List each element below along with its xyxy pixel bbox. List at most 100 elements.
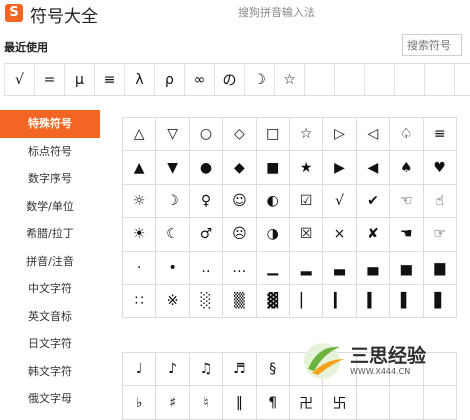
symbol-cell[interactable]: ♩ [123,353,157,387]
symbol-cell[interactable]: ▎ [323,284,357,319]
symbol-cell[interactable]: ♪ [156,353,190,387]
recent-symbol-cell[interactable]: ∞ [185,64,215,95]
symbol-cell[interactable]: ☀ [123,218,157,252]
symbol-cell[interactable]: ♤ [390,118,424,152]
symbol-cell[interactable]: ☞ [423,218,457,252]
symbol-cell[interactable]: ※ [156,284,190,319]
recent-symbol-cell[interactable] [455,64,470,95]
recent-symbol-cell[interactable]: ≡ [95,64,125,95]
symbol-cell[interactable]: ✘ [356,218,391,252]
symbol-cell[interactable]: ▅ [390,251,424,285]
symbol-cell[interactable]: ‖ [223,386,257,420]
symbol-cell[interactable]: ☜ [390,184,424,219]
symbol-cell[interactable]: ◇ [223,118,257,152]
symbol-cell[interactable]: ▲ [123,151,157,185]
symbol-cell[interactable]: ▃ [323,251,357,285]
symbol-cell[interactable]: ♥ [423,151,457,185]
symbol-cell[interactable]: ✔ [356,184,391,219]
sidebar-item[interactable]: 英文音标 [0,303,100,331]
symbol-cell[interactable]: ◀ [356,151,391,185]
symbol-cell[interactable]: ◆ [223,151,257,185]
recent-symbol-cell[interactable]: = [35,64,65,95]
symbol-cell[interactable]: ▆ [423,251,457,285]
recent-symbol-cell[interactable] [335,64,365,95]
symbol-cell[interactable]: ★ [289,151,324,185]
symbol-cell[interactable]: ☽ [156,184,190,219]
recent-symbol-cell[interactable] [395,64,425,95]
symbol-cell[interactable] [390,386,424,420]
symbol-cell[interactable]: ♂ [189,218,224,252]
recent-symbol-cell[interactable] [365,64,395,95]
recent-symbol-cell[interactable]: ρ [155,64,185,95]
symbol-cell[interactable]: • [156,251,190,285]
symbol-cell[interactable] [423,386,457,420]
symbol-cell[interactable]: △ [123,118,157,152]
sidebar-item[interactable]: 希腊/拉丁 [0,220,100,248]
symbol-cell[interactable]: ▏ [289,284,324,319]
recent-symbol-cell[interactable]: μ [65,64,95,95]
symbol-cell[interactable]: ♫ [189,353,224,387]
symbol-cell[interactable]: ♮ [189,386,224,420]
sidebar-item[interactable]: 俄文字母 [0,385,100,413]
symbol-cell[interactable]: ‥ [189,251,224,285]
symbol-cell[interactable]: ░ [189,284,224,319]
symbol-cell[interactable]: ☝ [423,184,457,219]
symbol-cell[interactable]: ♠ [390,151,424,185]
symbol-cell[interactable]: √ [323,184,357,219]
symbol-cell[interactable]: ∷ [123,284,157,319]
symbol-cell[interactable]: 卍 [289,386,324,420]
symbol-cell[interactable]: … [223,251,257,285]
symbol-cell[interactable]: ▼ [156,151,190,185]
recent-symbol-cell[interactable]: ☽ [245,64,275,95]
symbol-cell[interactable]: ☹ [223,218,257,252]
sidebar-item[interactable]: 数学/单位 [0,193,100,221]
recent-symbol-cell[interactable]: の [215,64,245,95]
symbol-cell[interactable]: ♭ [123,386,157,420]
sidebar-item[interactable]: 韩文字符 [0,358,100,386]
symbol-cell[interactable]: ▓ [256,284,290,319]
recent-symbol-cell[interactable]: λ [125,64,155,95]
symbol-cell[interactable]: · [123,251,157,285]
symbol-cell[interactable]: ▒ [223,284,257,319]
symbol-cell[interactable]: ¶ [256,386,290,420]
recent-symbol-cell[interactable] [425,64,455,95]
symbol-cell[interactable]: ■ [256,151,290,185]
sidebar-item[interactable]: 数字序号 [0,165,100,193]
symbol-cell[interactable]: □ [256,118,290,152]
symbol-cell[interactable]: ≡ [423,118,457,152]
symbol-cell[interactable]: ☺ [223,184,257,219]
symbol-cell[interactable]: ☚ [390,218,424,252]
sidebar-item[interactable]: 拼音/注音 [0,248,100,276]
symbol-cell[interactable]: ♬ [223,353,257,387]
symbol-cell[interactable]: ◁ [356,118,391,152]
symbol-cell[interactable]: × [323,218,357,252]
recent-symbol-cell[interactable]: ☆ [275,64,305,95]
symbol-cell[interactable]: ☒ [289,218,324,252]
search-input[interactable] [402,34,462,56]
symbol-cell[interactable]: ♀ [189,184,224,219]
sidebar-item[interactable]: 特殊符号 [0,110,100,138]
symbol-cell[interactable]: § [256,353,290,387]
symbol-cell[interactable]: ▄ [356,251,391,285]
sidebar-item[interactable]: 标点符号 [0,138,100,166]
sidebar-item[interactable]: 中文字符 [0,275,100,303]
symbol-cell[interactable]: ☑ [289,184,324,219]
symbol-cell[interactable]: ♯ [156,386,190,420]
symbol-cell[interactable]: ▍ [356,284,391,319]
sidebar-item[interactable]: 日文字符 [0,330,100,358]
symbol-cell[interactable]: ● [189,151,224,185]
recent-symbol-cell[interactable]: √ [4,64,35,95]
symbol-cell[interactable]: ☆ [289,118,324,152]
symbol-cell[interactable]: ▶ [323,151,357,185]
symbol-cell[interactable]: 卐 [323,386,357,420]
symbol-cell[interactable]: ◑ [256,218,290,252]
symbol-cell[interactable]: ▽ [156,118,190,152]
symbol-cell[interactable]: ▷ [323,118,357,152]
symbol-cell[interactable]: ☾ [156,218,190,252]
symbol-cell[interactable]: ▋ [423,284,457,319]
symbol-cell[interactable]: ☼ [123,184,157,219]
symbol-cell[interactable]: ▁ [256,251,290,285]
recent-symbol-cell[interactable] [305,64,335,95]
symbol-cell[interactable]: ▌ [390,284,424,319]
symbol-cell[interactable]: ○ [189,118,224,152]
